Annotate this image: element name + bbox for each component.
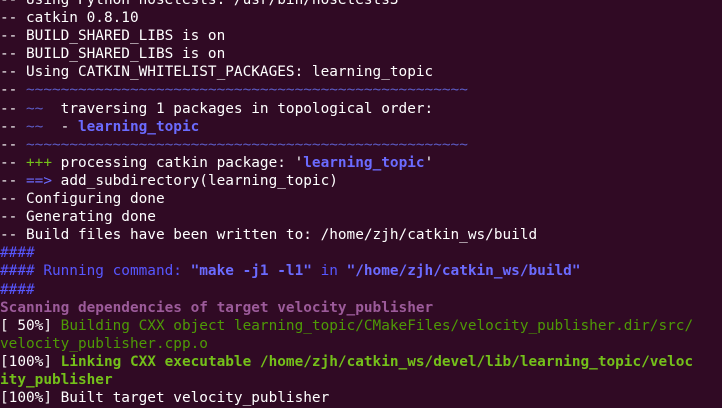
terminal-line: #### Running command: "make -j1 -l1" in … <box>0 262 722 280</box>
terminal-text-segment: learning_topic <box>303 154 425 171</box>
terminal-line: velocity_publisher.cpp.o <box>0 335 722 353</box>
terminal-text-segment: ~~ <box>26 118 44 135</box>
terminal-text-segment: "/home/zjh/catkin_ws/build" <box>346 263 581 280</box>
terminal-text-segment: ' <box>424 154 434 171</box>
terminal-line: -- +++ processing catkin package: 'learn… <box>0 154 722 172</box>
terminal-text-segment: ~~ <box>26 100 44 117</box>
terminal-line: -- ~~ - learning_topic <box>0 118 722 136</box>
terminal-text-segment: -- <box>0 172 26 189</box>
terminal-text-segment: Building CXX object learning_topic/CMake… <box>60 317 694 334</box>
terminal-text-segment: traversing 1 packages in topological ord… <box>43 100 434 117</box>
terminal-text-segment: [100%] Built target velocity_publisher <box>0 390 330 407</box>
terminal-text-segment: processing catkin package: ' <box>52 154 304 171</box>
terminal-text-segment: #### <box>0 281 35 298</box>
terminal-text-segment: -- BUILD_SHARED_LIBS is on <box>0 28 226 45</box>
terminal-line: ity_publisher <box>0 371 722 389</box>
terminal-text-segment: -- <box>0 136 26 153</box>
terminal-text-segment: - <box>43 118 78 135</box>
terminal-line: [100%] Built target velocity_publisher <box>0 389 722 407</box>
terminal-line: [ 50%] Building CXX object learning_topi… <box>0 317 722 335</box>
terminal-text-segment: add_subdirectory(learning_topic) <box>52 172 338 189</box>
terminal-output: -- Using Python nosetests: /usr/bin/nose… <box>0 0 722 407</box>
terminal-window[interactable]: -- Using Python nosetests: /usr/bin/nose… <box>0 0 722 408</box>
terminal-line: -- ~~ traversing 1 packages in topologic… <box>0 100 722 118</box>
terminal-line: -- Using Python nosetests: /usr/bin/nose… <box>0 0 722 9</box>
terminal-line: -- ~~~~~~~~~~~~~~~~~~~~~~~~~~~~~~~~~~~~~… <box>0 136 722 154</box>
terminal-line: -- BUILD_SHARED_LIBS is on <box>0 27 722 45</box>
terminal-text-segment: in <box>311 263 347 280</box>
terminal-line: -- ==> add_subdirectory(learning_topic) <box>0 172 722 190</box>
terminal-text-segment: -- Using CATKIN_WHITELIST_PACKAGES: lear… <box>0 64 434 81</box>
terminal-text-segment: #### Running command: <box>0 263 191 280</box>
terminal-text-segment: -- Configuring done <box>0 191 165 208</box>
terminal-text-segment: [ 50%] <box>0 317 61 334</box>
terminal-text-segment: learning_topic <box>77 118 200 135</box>
terminal-text-segment: -- <box>0 154 26 171</box>
terminal-text-segment: velocity_publisher.cpp.o <box>0 335 208 352</box>
terminal-text-segment: ~~~~~~~~~~~~~~~~~~~~~~~~~~~~~~~~~~~~~~~~… <box>26 136 468 153</box>
terminal-text-segment: -- Using Python nosetests: /usr/bin/nose… <box>0 0 399 8</box>
terminal-line: #### <box>0 281 722 299</box>
terminal-text-segment: ~~~~~~~~~~~~~~~~~~~~~~~~~~~~~~~~~~~~~~~~… <box>26 82 468 99</box>
terminal-text-segment: -- Generating done <box>0 209 156 226</box>
terminal-line: -- Build files have been written to: /ho… <box>0 226 722 244</box>
terminal-line: -- catkin 0.8.10 <box>0 9 722 27</box>
terminal-line: -- Using CATKIN_WHITELIST_PACKAGES: lear… <box>0 63 722 81</box>
terminal-text-segment: -- BUILD_SHARED_LIBS is on <box>0 46 226 63</box>
terminal-text-segment: +++ <box>26 154 52 171</box>
terminal-line: -- Generating done <box>0 208 722 226</box>
terminal-text-segment: -- <box>0 82 26 99</box>
terminal-line: Scanning dependencies of target velocity… <box>0 299 722 317</box>
terminal-text-segment: -- Build files have been written to: /ho… <box>0 227 538 244</box>
terminal-line: -- ~~~~~~~~~~~~~~~~~~~~~~~~~~~~~~~~~~~~~… <box>0 81 722 99</box>
terminal-text-segment: -- catkin 0.8.10 <box>0 10 139 27</box>
terminal-text-segment: ==> <box>26 172 52 189</box>
terminal-text-segment: #### <box>0 245 35 262</box>
terminal-text-segment: -- <box>0 100 26 117</box>
terminal-line: -- BUILD_SHARED_LIBS is on <box>0 45 722 63</box>
terminal-line: -- Configuring done <box>0 190 722 208</box>
terminal-text-segment: Scanning dependencies of target velocity… <box>0 299 434 316</box>
terminal-text-segment: "make -j1 -l1" <box>190 263 312 280</box>
terminal-line: #### <box>0 244 722 262</box>
terminal-text-segment: [100%] <box>0 353 61 370</box>
terminal-line: [100%] Linking CXX executable /home/zjh/… <box>0 353 722 371</box>
terminal-text-segment: Linking CXX executable /home/zjh/catkin_… <box>60 353 694 370</box>
terminal-text-segment: -- <box>0 118 26 135</box>
terminal-text-segment: ity_publisher <box>0 371 113 388</box>
